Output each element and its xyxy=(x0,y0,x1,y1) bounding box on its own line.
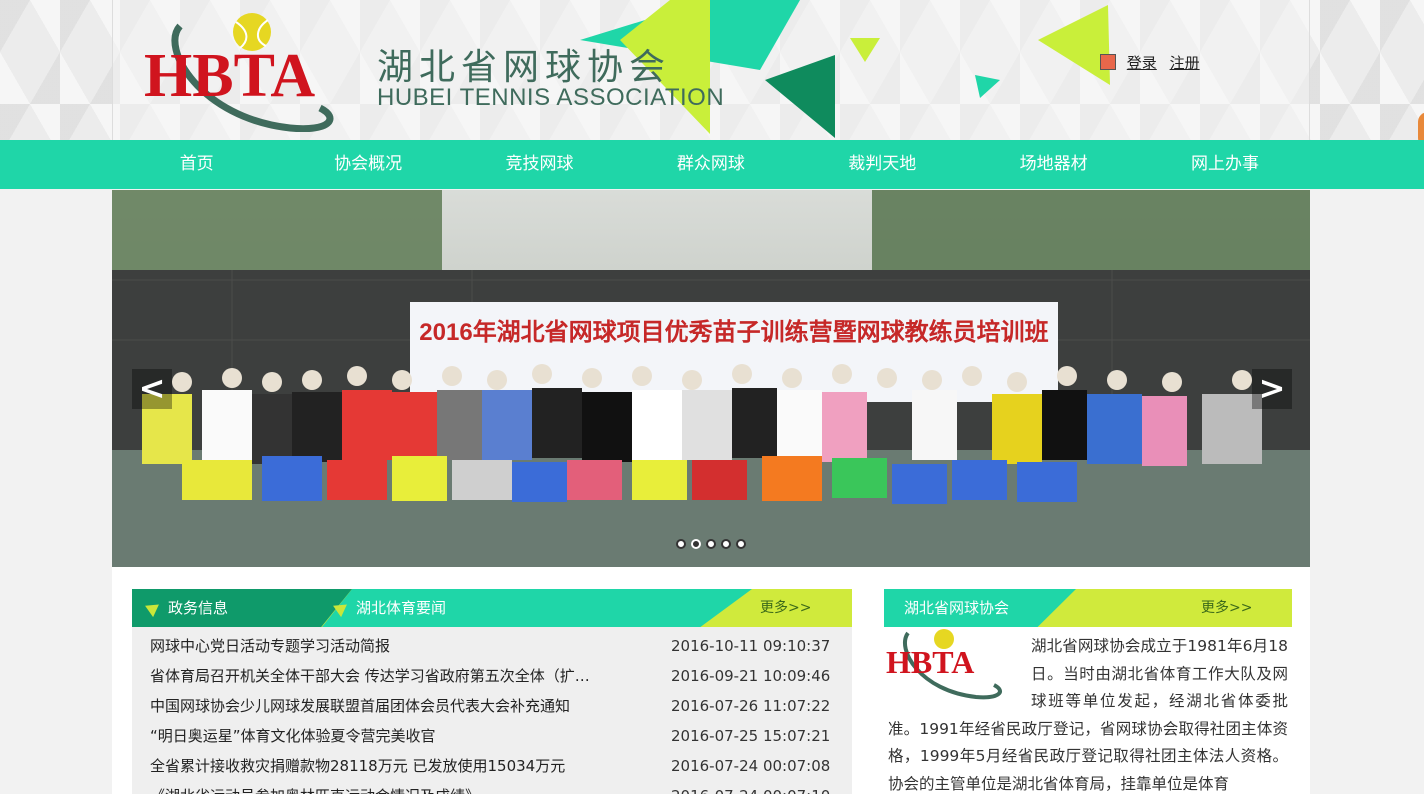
banner-pagination xyxy=(676,539,746,549)
nav-item-referee[interactable]: 裁判天地 xyxy=(797,140,968,189)
banner-next-button[interactable]: > xyxy=(1252,369,1292,409)
banner-prev-button[interactable]: < xyxy=(132,369,172,409)
news-date: 2016-07-24 00:07:10 xyxy=(671,781,830,794)
news-more-link[interactable]: 更多>> xyxy=(760,589,811,627)
main-nav: 首页 协会概况 竞技网球 群众网球 裁判天地 场地器材 网上办事 xyxy=(0,140,1424,189)
banner-dot-active[interactable] xyxy=(691,539,701,549)
site-name-english: HUBEI TENNIS ASSOCIATION xyxy=(377,84,725,111)
nav-item-online-service[interactable]: 网上办事 xyxy=(1139,140,1310,189)
news-title[interactable]: “明日奥运星”体育文化体验夏令营完美收官 xyxy=(150,721,620,751)
news-item[interactable]: 省体育局召开机关全体干部大会 传达学习省政府第五次全体（扩… 2016-09-2… xyxy=(132,661,852,691)
triangle-icon xyxy=(145,598,163,618)
news-tab-bar: 政务信息 湖北体育要闻 更多>> xyxy=(132,589,852,627)
logo-spacer xyxy=(888,633,1031,715)
banner-photo: 2016年湖北省网球项目优秀苗子训练营暨网球教练员培训班 xyxy=(112,190,1310,567)
news-item[interactable]: “明日奥运星”体育文化体验夏令营完美收官 2016-07-25 15:07:21 xyxy=(132,721,852,751)
news-title[interactable]: 网球中心党日活动专题学习活动简报 xyxy=(150,631,620,661)
banner-dot[interactable] xyxy=(706,539,716,549)
news-date: 2016-07-26 11:07:22 xyxy=(671,697,831,715)
news-date: 2016-07-24 00:07:08 xyxy=(671,757,831,775)
association-intro: HBTA 湖北省网球协会成立于1981年6月18日。当时由湖北省体育工作大队及网… xyxy=(884,627,1292,794)
triangle-icon xyxy=(333,598,351,618)
news-item[interactable]: 中国网球协会少儿网球发展联盟首届团体会员代表大会补充通知 2016-07-26 … xyxy=(132,691,852,721)
nav-item-competitive[interactable]: 竞技网球 xyxy=(454,140,625,189)
association-header: 湖北省网球协会 更多>> xyxy=(884,589,1292,627)
nav-item-home[interactable]: 首页 xyxy=(111,140,282,189)
register-link[interactable]: 注册 xyxy=(1170,54,1200,72)
banner-dot[interactable] xyxy=(721,539,731,549)
association-more-link[interactable]: 更多>> xyxy=(1201,589,1252,627)
nav-item-public[interactable]: 群众网球 xyxy=(625,140,796,189)
news-date: 2016-10-11 09:10:37 xyxy=(671,637,831,655)
user-icon xyxy=(1100,54,1116,70)
logo-text: HBTA xyxy=(144,42,315,110)
nav-item-venues[interactable]: 场地器材 xyxy=(968,140,1139,189)
banner-dot[interactable] xyxy=(736,539,746,549)
news-item[interactable]: 全省累计接收救灾捐赠款物28118万元 已发放使用15034万元 2016-07… xyxy=(132,751,852,781)
auth-links: 登录 注册 xyxy=(1100,52,1208,73)
news-title[interactable]: 省体育局召开机关全体干部大会 传达学习省政府第五次全体（扩… xyxy=(150,661,620,691)
news-item[interactable]: 网球中心党日活动专题学习活动简报 2016-10-11 09:10:37 xyxy=(132,631,852,661)
nav-item-about[interactable]: 协会概况 xyxy=(282,140,453,189)
tab-label: 湖北体育要闻 xyxy=(356,599,447,617)
association-description: 湖北省网球协会成立于1981年6月18日。当时由湖北省体育工作大队及网球班等单位… xyxy=(888,633,1288,794)
news-title[interactable]: 全省累计接收救灾捐赠款物28118万元 已发放使用15034万元 xyxy=(150,751,620,781)
site-name: 湖北省网球协会 xyxy=(377,46,672,87)
news-list: 网球中心党日活动专题学习活动简报 2016-10-11 09:10:37 省体育… xyxy=(132,627,852,794)
tab-label: 政务信息 xyxy=(168,599,229,617)
news-title[interactable]: 《湖北省运动员参加奥林匹克运动会情况及成绩》 xyxy=(150,781,620,794)
tab-government-info[interactable]: 政务信息 xyxy=(145,589,229,627)
tab-hubei-sports-news[interactable]: 湖北体育要闻 xyxy=(333,589,447,627)
login-link[interactable]: 登录 xyxy=(1127,54,1157,72)
news-date: 2016-09-21 10:09:46 xyxy=(671,667,831,685)
banner-caption: 2016年湖北省网球项目优秀苗子训练营暨网球教练员培训班 xyxy=(419,318,1048,346)
association-title[interactable]: 湖北省网球协会 xyxy=(904,589,1009,627)
news-item[interactable]: 《湖北省运动员参加奥林匹克运动会情况及成绩》 2016-07-24 00:07:… xyxy=(132,781,852,794)
news-title[interactable]: 中国网球协会少儿网球发展联盟首届团体会员代表大会补充通知 xyxy=(150,691,620,721)
news-date: 2016-07-25 15:07:21 xyxy=(671,727,831,745)
banner-slideshow[interactable]: 2016年湖北省网球项目优秀苗子训练营暨网球教练员培训班 xyxy=(112,190,1310,567)
banner-dot[interactable] xyxy=(676,539,686,549)
site-logo[interactable]: HBTA xyxy=(140,8,360,132)
